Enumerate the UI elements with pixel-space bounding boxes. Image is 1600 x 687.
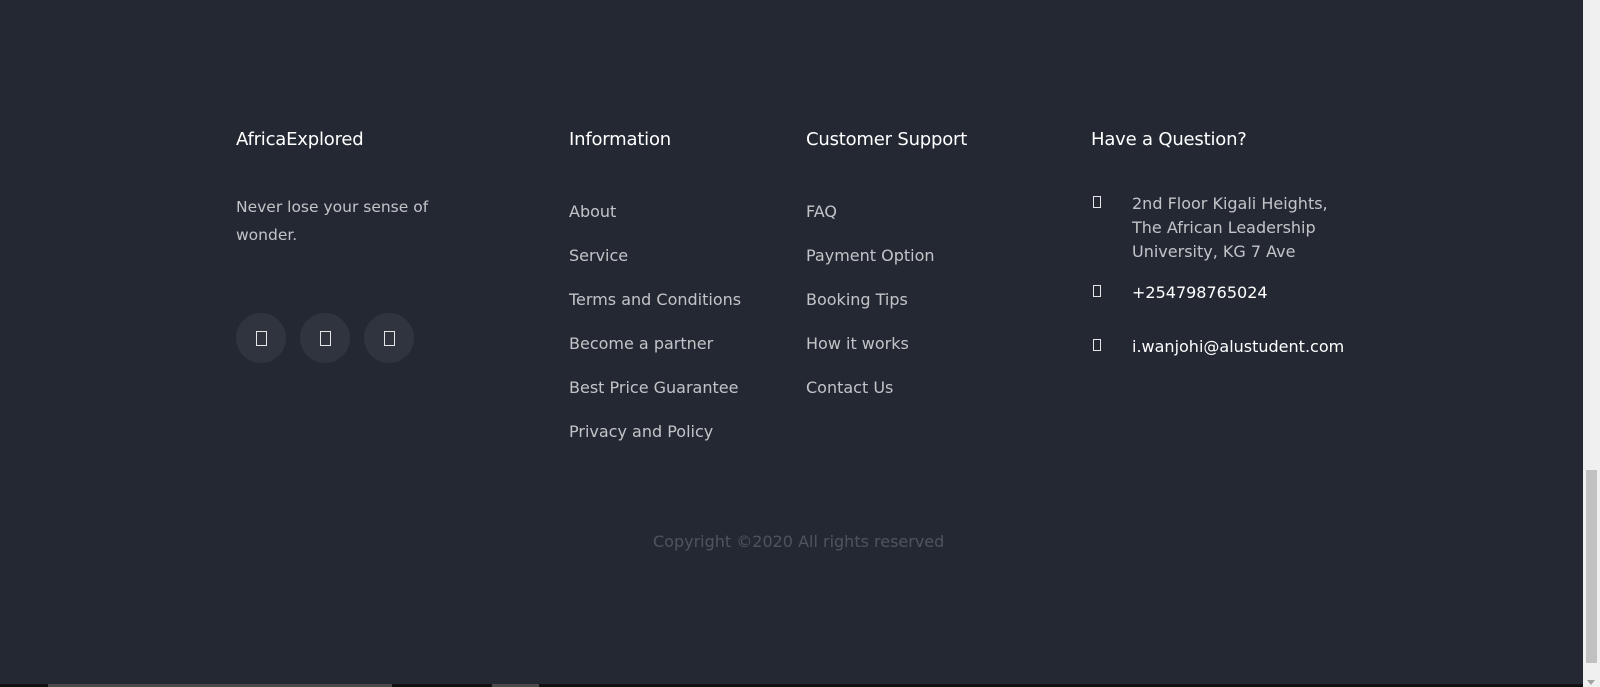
brand-title: AfricaExplored bbox=[236, 129, 364, 150]
vertical-scrollbar[interactable] bbox=[1583, 0, 1600, 687]
twitter-link[interactable] bbox=[236, 313, 286, 363]
link-become-partner[interactable]: Become a partner bbox=[569, 334, 713, 353]
question-title: Have a Question? bbox=[1091, 129, 1247, 150]
information-column: Information About Service Terms and Cond… bbox=[569, 128, 789, 464]
information-title: Information bbox=[569, 129, 671, 150]
email-text[interactable]: i.wanjohi@alustudent.com bbox=[1132, 335, 1344, 359]
information-links: About Service Terms and Conditions Becom… bbox=[569, 200, 789, 464]
link-terms[interactable]: Terms and Conditions bbox=[569, 290, 741, 309]
phone-text[interactable]: +254798765024 bbox=[1132, 281, 1268, 305]
facebook-icon bbox=[319, 330, 331, 346]
link-privacy[interactable]: Privacy and Policy bbox=[569, 422, 713, 441]
link-about[interactable]: About bbox=[569, 202, 616, 221]
question-column: Have a Question? 2nd Floor Kigali Height… bbox=[1091, 128, 1391, 388]
copyright-text: Copyright ©2020 All rights reserved bbox=[653, 532, 945, 551]
support-links: FAQ Payment Option Booking Tips How it w… bbox=[806, 200, 1066, 420]
instagram-icon bbox=[383, 330, 395, 346]
brand-column: AfricaExplored Never lose your sense of … bbox=[236, 128, 496, 363]
site-footer: AfricaExplored Never lose your sense of … bbox=[0, 0, 1583, 687]
brand-tagline: Never lose your sense of wonder. bbox=[236, 198, 429, 244]
map-marker-icon bbox=[1093, 196, 1101, 208]
link-contact-us[interactable]: Contact Us bbox=[806, 378, 893, 397]
link-how-it-works[interactable]: How it works bbox=[806, 334, 909, 353]
social-links bbox=[236, 313, 414, 363]
scrollbar-thumb[interactable] bbox=[1586, 470, 1597, 663]
link-service[interactable]: Service bbox=[569, 246, 628, 265]
instagram-link[interactable] bbox=[364, 313, 414, 363]
phone-icon bbox=[1093, 285, 1101, 297]
support-column: Customer Support FAQ Payment Option Book… bbox=[806, 128, 1066, 420]
link-payment-option[interactable]: Payment Option bbox=[806, 246, 935, 265]
address-text: 2nd Floor Kigali Heights, The African Le… bbox=[1132, 194, 1328, 261]
facebook-link[interactable] bbox=[300, 313, 350, 363]
twitter-icon bbox=[255, 330, 267, 346]
scroll-down-arrow-icon[interactable] bbox=[1587, 680, 1595, 685]
paper-plane-icon bbox=[1093, 339, 1101, 351]
link-best-price[interactable]: Best Price Guarantee bbox=[569, 378, 738, 397]
support-title: Customer Support bbox=[806, 129, 968, 150]
link-booking-tips[interactable]: Booking Tips bbox=[806, 290, 908, 309]
link-faq[interactable]: FAQ bbox=[806, 202, 837, 221]
